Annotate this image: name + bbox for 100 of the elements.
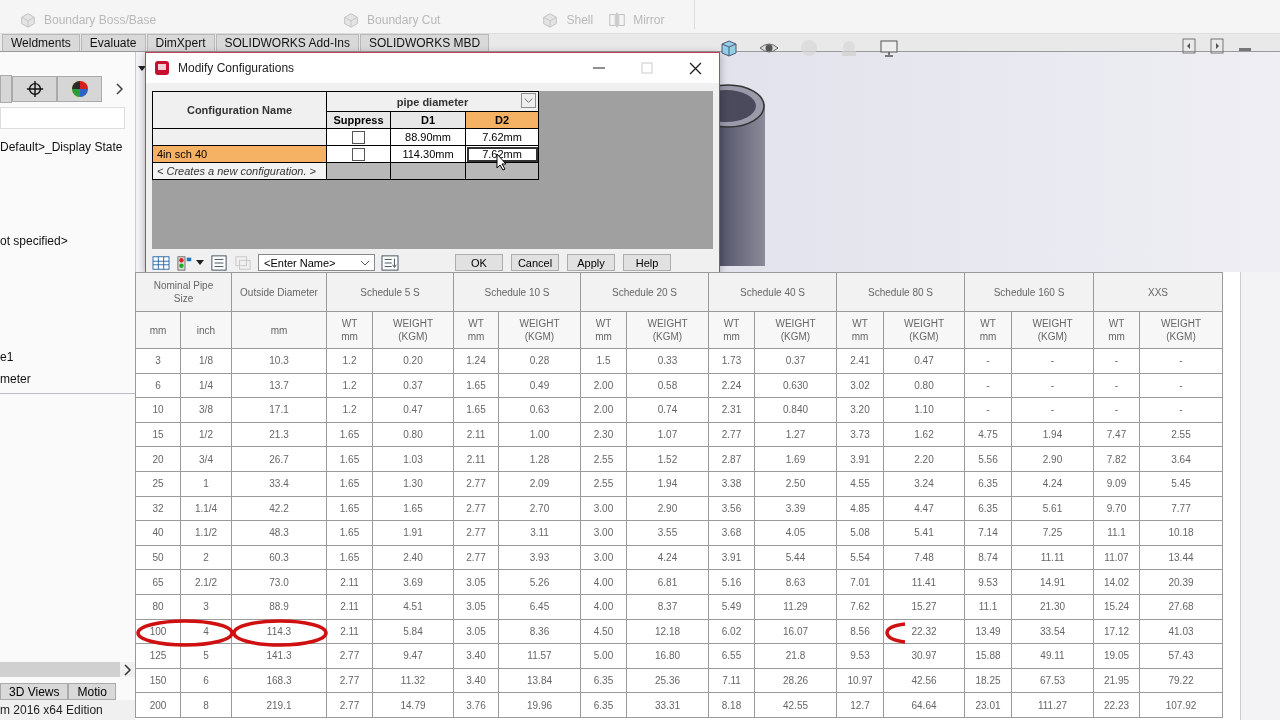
command-tab[interactable]: Evaluate bbox=[80, 34, 146, 51]
column-header: WEIGHT (KGM) bbox=[372, 311, 454, 349]
column-header: Schedule 10 S bbox=[453, 272, 581, 312]
command-tab[interactable]: SOLIDWORKS Add-Ins bbox=[215, 34, 359, 51]
table-cell: 5.84 bbox=[372, 619, 454, 644]
table-cell: 2.40 bbox=[372, 545, 454, 570]
list-icon[interactable] bbox=[210, 254, 228, 271]
appearance-tab[interactable] bbox=[57, 76, 102, 102]
dialog-button[interactable]: OK bbox=[455, 254, 503, 271]
tree-item[interactable]: Default>_Display State bbox=[0, 139, 135, 155]
table-cell: 2.70 bbox=[498, 496, 581, 521]
cube-icon[interactable] bbox=[719, 38, 739, 58]
table-cell: 17.1 bbox=[231, 397, 327, 423]
column-header: Schedule 80 S bbox=[836, 272, 965, 312]
arc-annotation bbox=[885, 622, 906, 644]
table-cell: 0.58 bbox=[626, 373, 709, 398]
column-header: Schedule 20 S bbox=[580, 272, 709, 312]
table-cell: 11.11 bbox=[1011, 545, 1094, 570]
table-cell: 67.53 bbox=[1011, 668, 1094, 693]
traffic-light-icon[interactable] bbox=[176, 254, 194, 271]
table-cell: 12.18 bbox=[626, 619, 709, 644]
table-cell: 42.56 bbox=[883, 668, 965, 693]
mirror-icon bbox=[607, 11, 628, 29]
column-header: WT mm bbox=[708, 311, 755, 349]
table-cell: 3.93 bbox=[498, 545, 581, 570]
table-cell: 7.48 bbox=[883, 545, 965, 570]
table-cell: 33.4 bbox=[231, 471, 327, 497]
table-cell: 2.55 bbox=[1139, 422, 1223, 447]
tree-item[interactable]: meter bbox=[0, 371, 135, 387]
dropdown-arrow-icon[interactable] bbox=[138, 66, 146, 71]
table-cell: 0.80 bbox=[883, 373, 965, 398]
table-cell: 79.22 bbox=[1139, 668, 1223, 693]
table-cell: 13.84 bbox=[498, 668, 581, 693]
column-header: WEIGHT (KGM) bbox=[1139, 311, 1223, 349]
app-icon bbox=[154, 60, 170, 76]
column-header: inch bbox=[180, 311, 232, 349]
tree-item[interactable]: e1 bbox=[0, 349, 135, 365]
table-cell: 28.26 bbox=[754, 668, 837, 693]
table-cell: 21.3 bbox=[231, 422, 327, 447]
scrollbar[interactable] bbox=[0, 662, 135, 677]
table-cell: 25.36 bbox=[626, 668, 709, 693]
column-header: XXS bbox=[1093, 272, 1223, 312]
table-cell: 4.47 bbox=[883, 496, 965, 521]
bottom-tab[interactable]: 3D Views bbox=[0, 683, 69, 700]
column-header: WEIGHT (KGM) bbox=[498, 311, 581, 349]
table-cell: 219.1 bbox=[231, 692, 327, 718]
table-cell: 32 bbox=[135, 496, 181, 521]
close-icon[interactable] bbox=[688, 61, 702, 75]
column-header: mm bbox=[135, 311, 181, 349]
table-cell: 5.61 bbox=[1011, 496, 1094, 521]
column-header: pipe diameter bbox=[326, 91, 539, 112]
column-header: Schedule 5 S bbox=[326, 272, 454, 312]
table-cell: 65 bbox=[135, 569, 181, 595]
table-cell: 8.36 bbox=[498, 619, 581, 644]
panel-left-icon[interactable] bbox=[1182, 38, 1196, 54]
table-cell: 0.80 bbox=[372, 422, 454, 447]
column-header: WT mm bbox=[453, 311, 499, 349]
name-dropdown[interactable]: <Enter Name> bbox=[258, 254, 375, 271]
sort-list-icon[interactable] bbox=[381, 254, 399, 271]
table-cell: 73.0 bbox=[231, 569, 327, 595]
table-cell: 10 bbox=[135, 397, 181, 423]
column-header: WT mm bbox=[1093, 311, 1140, 349]
column-header: WT mm bbox=[580, 311, 627, 349]
table-cell: 7.77 bbox=[1139, 496, 1223, 521]
crosshair-tab[interactable] bbox=[12, 76, 57, 102]
column-header: mm bbox=[231, 311, 327, 349]
dialog-button[interactable]: Cancel bbox=[511, 254, 559, 271]
table-icon[interactable] bbox=[152, 254, 170, 271]
column-header: WT mm bbox=[326, 311, 373, 349]
panel-right-icon[interactable] bbox=[1210, 38, 1224, 54]
command-tab[interactable]: Weldments bbox=[2, 34, 80, 51]
bottom-tab[interactable]: Motio bbox=[68, 683, 116, 700]
table-cell: 10.3 bbox=[231, 348, 327, 374]
monitor-icon[interactable] bbox=[879, 38, 899, 58]
table-cell: 40 bbox=[135, 520, 181, 546]
table-cell: 200 bbox=[135, 692, 181, 718]
chevron-down-icon bbox=[360, 259, 370, 266]
column-header: WT mm bbox=[836, 311, 884, 349]
maximize-icon bbox=[641, 62, 653, 74]
table-cell: 168.3 bbox=[231, 668, 327, 693]
checkbox[interactable] bbox=[352, 130, 365, 144]
table-cell: 3 bbox=[135, 348, 181, 374]
caret-icon[interactable] bbox=[196, 260, 204, 265]
dialog-button[interactable]: Apply bbox=[567, 254, 615, 271]
table-cell: 1.62 bbox=[883, 422, 965, 447]
table-cell: 33.54 bbox=[1011, 619, 1094, 644]
dialog-button[interactable]: Help bbox=[623, 254, 671, 271]
column-header: Schedule 40 S bbox=[708, 272, 837, 312]
table-cell: 80 bbox=[135, 594, 181, 620]
dropdown-button[interactable] bbox=[521, 93, 536, 108]
command-tab[interactable]: SOLIDWORKS MBD bbox=[359, 34, 490, 51]
crosshair-icon bbox=[25, 80, 44, 98]
copy-icon bbox=[234, 254, 252, 271]
scroll-right-icon[interactable] bbox=[124, 663, 132, 676]
chevron-right-icon[interactable] bbox=[116, 83, 124, 95]
command-tab[interactable]: DimXpert bbox=[146, 34, 215, 51]
tree-item[interactable]: ot specified> bbox=[0, 233, 135, 249]
table-cell: - bbox=[1011, 373, 1094, 398]
filter-field[interactable] bbox=[0, 107, 125, 129]
checkbox[interactable] bbox=[352, 147, 365, 161]
